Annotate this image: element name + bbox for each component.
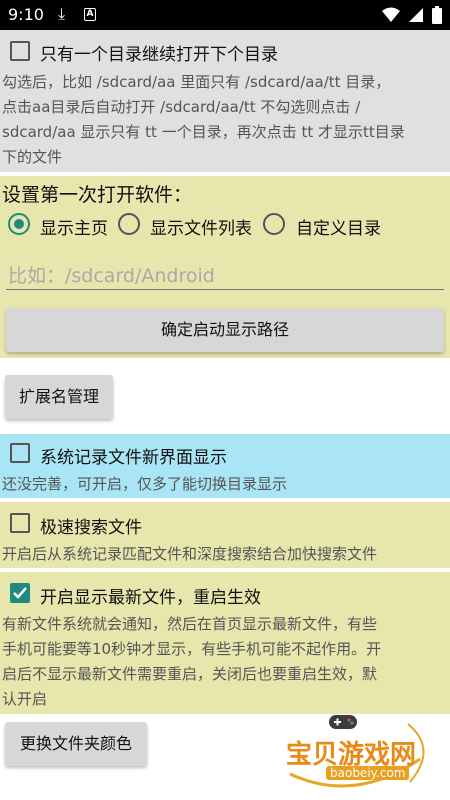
auto-open-desc-line-3: sdcard/aa 显示只有 tt 一个目录，再次点击 tt 才显示tt目录 [2,123,405,141]
battery-icon [432,6,442,24]
status-bar: 9:10 ⤓ A [0,0,450,30]
auto-open-desc-line-4: 下的文件 [2,148,63,166]
newest-files-checkbox[interactable] [10,583,30,603]
watermark-logo: 宝贝游戏网 baobeiy.com [270,704,445,796]
path-input-placeholder: 比如：/sdcard/Android [8,265,215,287]
change-folder-color-button[interactable]: 更换文件夹颜色 [5,722,147,766]
newest-files-desc-line-2: 手机可能要等10秒钟才显示，有些手机可能不起作用。开 [2,640,382,658]
status-time: 9:10 [8,5,44,24]
wifi-icon [382,7,400,22]
newest-files-desc-line-1: 有新文件系统就会通知，然后在首页显示最新文件，有些 [2,615,378,633]
download-icon: ⤓ [58,4,66,23]
system-record-checkbox[interactable] [10,443,30,463]
auto-open-checkbox[interactable] [10,41,30,61]
system-record-desc: 还没完善，可开启，仅多了能切换目录显示 [2,475,288,493]
confirm-start-path-button[interactable]: 确定启动显示路径 [6,308,444,352]
auto-open-label[interactable]: 只有一个目录继续打开下个目录 [40,40,278,65]
radio-custom-dir[interactable] [263,213,285,235]
extension-manage-button[interactable]: 扩展名管理 [5,375,113,419]
gamepad-icon [329,715,357,729]
newest-files-desc-line-3: 启后不显示最新文件需要重启，关闭后也要重启生效，默 [2,665,378,683]
auto-open-desc-line-2: 点击aa目录后自动打开 /sdcard/aa/tt 不勾选则点击 / [2,98,361,116]
system-record-label[interactable]: 系统记录文件新界面显示 [40,443,227,468]
signal-icon [409,8,423,22]
app-notification-icon: A [84,8,96,21]
radio-show-home-label[interactable]: 显示主页 [40,214,108,239]
fast-search-desc: 开启后从系统记录匹配文件和深度搜索结合加快搜索文件 [2,545,378,563]
fast-search-section: 极速搜索文件 开启后从系统记录匹配文件和深度搜索结合加快搜索文件 [0,502,450,568]
start-setting-section: 设置第一次打开软件： 显示主页 显示文件列表 自定义目录 比如：/sdcard/… [0,176,450,358]
auto-open-desc-line-1: 勾选后，比如 /sdcard/aa 里面只有 /sdcard/aa/tt 目录， [2,73,391,91]
newest-files-section: 开启显示最新文件，重启生效 有新文件系统就会通知，然后在首页显示最新文件，有些 … [0,572,450,714]
fast-search-label[interactable]: 极速搜索文件 [40,513,142,538]
path-input[interactable]: 比如：/sdcard/Android [6,256,444,290]
start-setting-title: 设置第一次打开软件： [2,184,193,206]
system-record-section: 系统记录文件新界面显示 还没完善，可开启，仅多了能切换目录显示 [0,434,450,498]
radio-show-home[interactable] [8,213,30,235]
fast-search-checkbox[interactable] [10,513,30,533]
radio-show-file-list[interactable] [118,213,140,235]
auto-open-section: 只有一个目录继续打开下个目录 勾选后，比如 /sdcard/aa 里面只有 /s… [0,30,450,172]
newest-files-desc-line-4: 认开启 [2,690,48,708]
watermark-url: baobeiy.com [326,766,410,780]
newest-files-label[interactable]: 开启显示最新文件，重启生效 [40,583,261,608]
radio-custom-dir-label[interactable]: 自定义目录 [296,214,381,239]
radio-show-file-list-label[interactable]: 显示文件列表 [150,214,252,239]
